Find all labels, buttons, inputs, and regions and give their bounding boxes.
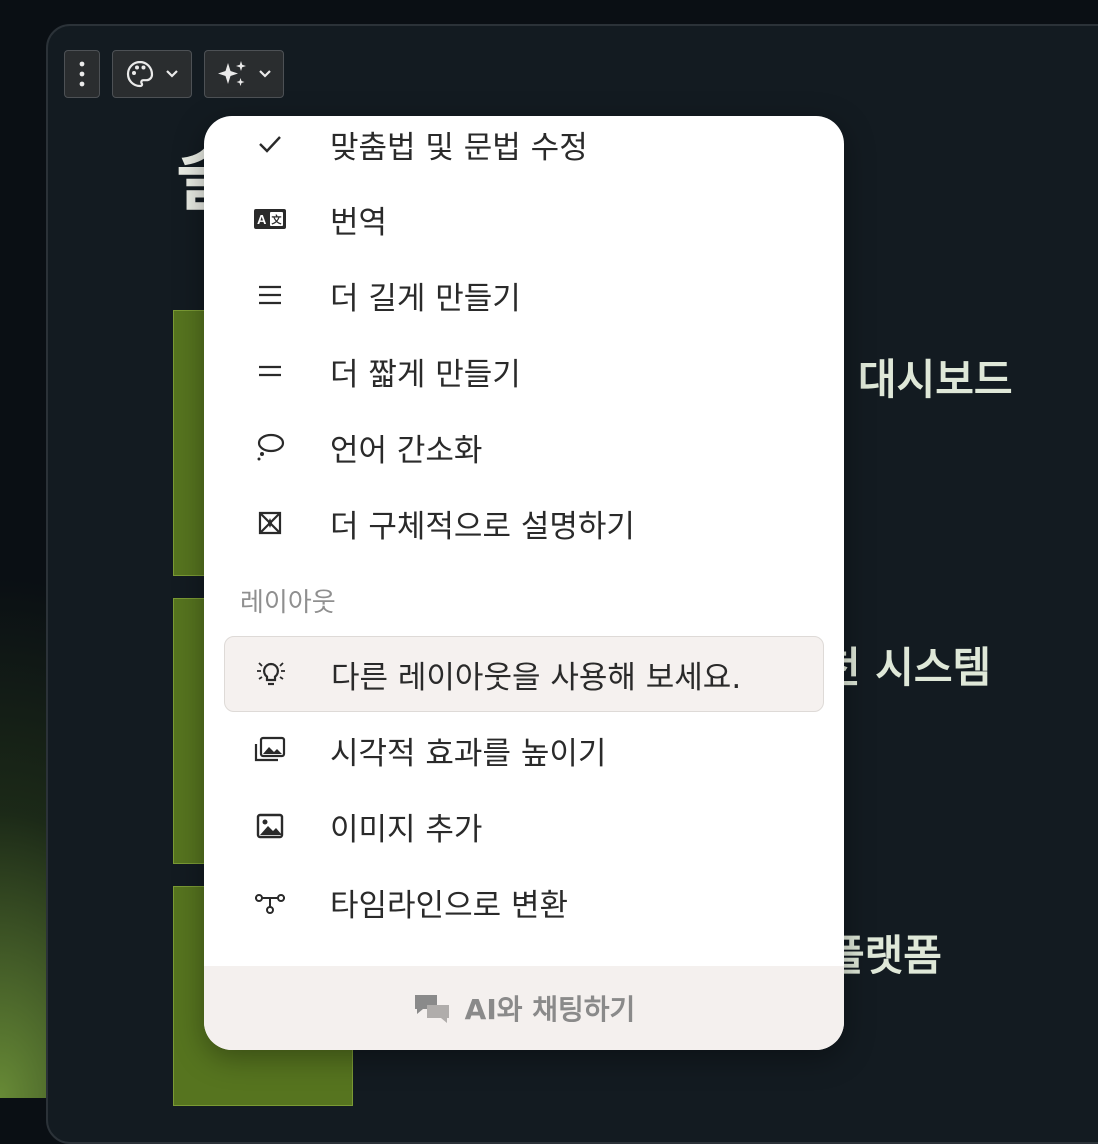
more-options-button[interactable] — [64, 50, 100, 98]
lines-icon — [248, 284, 292, 306]
menu-item-simplify-language[interactable]: 언어 간소화 — [224, 409, 824, 485]
menu-item-label: 시각적 효과를 높이기 — [330, 735, 607, 772]
svg-text:A: A — [257, 212, 267, 227]
svg-text:文: 文 — [272, 214, 283, 227]
menu-item-label: 언어 간소화 — [330, 432, 483, 469]
menu-item-label: 번역 — [330, 204, 388, 241]
slide-label: 천 시스템 — [822, 643, 992, 692]
menu-item-label: 맞춤법 및 문법 수정 — [330, 129, 588, 166]
menu-item-translate[interactable]: A 文 번역 — [224, 181, 824, 257]
images-icon — [248, 736, 292, 764]
menu-item-fix-grammar[interactable]: 맞춤법 및 문법 수정 — [224, 116, 824, 182]
translate-icon: A 文 — [248, 207, 292, 231]
thought-bubble-icon — [248, 432, 292, 462]
vertical-dots-icon — [79, 61, 85, 87]
menu-item-add-image[interactable]: 이미지 추가 — [224, 788, 824, 864]
menu-item-label: 더 길게 만들기 — [330, 280, 521, 317]
menu-item-try-different-layout[interactable]: 다른 레이아웃을 사용해 보세요. — [224, 636, 824, 712]
menu-item-label: 더 짧게 만들기 — [330, 356, 521, 393]
menu-item-label: 다른 레이아웃을 사용해 보세요. — [331, 659, 742, 696]
menu-item-convert-timeline[interactable]: 타임라인으로 변환 — [224, 864, 824, 940]
menu-item-make-longer[interactable]: 더 길게 만들기 — [224, 257, 824, 333]
menu-item-more-specific[interactable]: 더 구체적으로 설명하기 — [224, 485, 824, 561]
slide-label: 대시보드 — [858, 355, 1013, 404]
menu-item-label: 이미지 추가 — [330, 811, 483, 848]
check-icon — [248, 133, 292, 155]
menu-item-label: 더 구체적으로 설명하기 — [330, 508, 635, 545]
ai-button[interactable] — [204, 50, 284, 98]
chat-with-ai-button[interactable]: AI와 채팅하기 — [204, 966, 844, 1050]
image-icon — [248, 813, 292, 839]
chevron-down-icon — [166, 70, 178, 78]
timeline-icon — [248, 888, 292, 916]
menu-item-enhance-visuals[interactable]: 시각적 효과를 높이기 — [224, 712, 824, 788]
palette-icon — [126, 60, 154, 88]
chevron-down-icon — [259, 70, 271, 78]
section-label-layout: 레이아웃 — [240, 588, 336, 618]
sparkles-icon — [218, 61, 246, 86]
menu-item-make-shorter[interactable]: 더 짧게 만들기 — [224, 333, 824, 409]
menu-item-label: 타임라인으로 변환 — [330, 887, 569, 924]
magic-box-icon — [248, 509, 292, 537]
chat-bubbles-icon — [414, 995, 449, 1023]
theme-button[interactable] — [112, 50, 192, 98]
ai-actions-menu: 맞춤법 및 문법 수정 A 文 번역 더 길게 만들기 더 짧게 만들기 언어 … — [204, 116, 844, 1050]
equals-icon — [248, 364, 292, 378]
chat-with-ai-label: AI와 채팅하기 — [464, 993, 636, 1026]
lightbulb-icon — [249, 659, 293, 689]
